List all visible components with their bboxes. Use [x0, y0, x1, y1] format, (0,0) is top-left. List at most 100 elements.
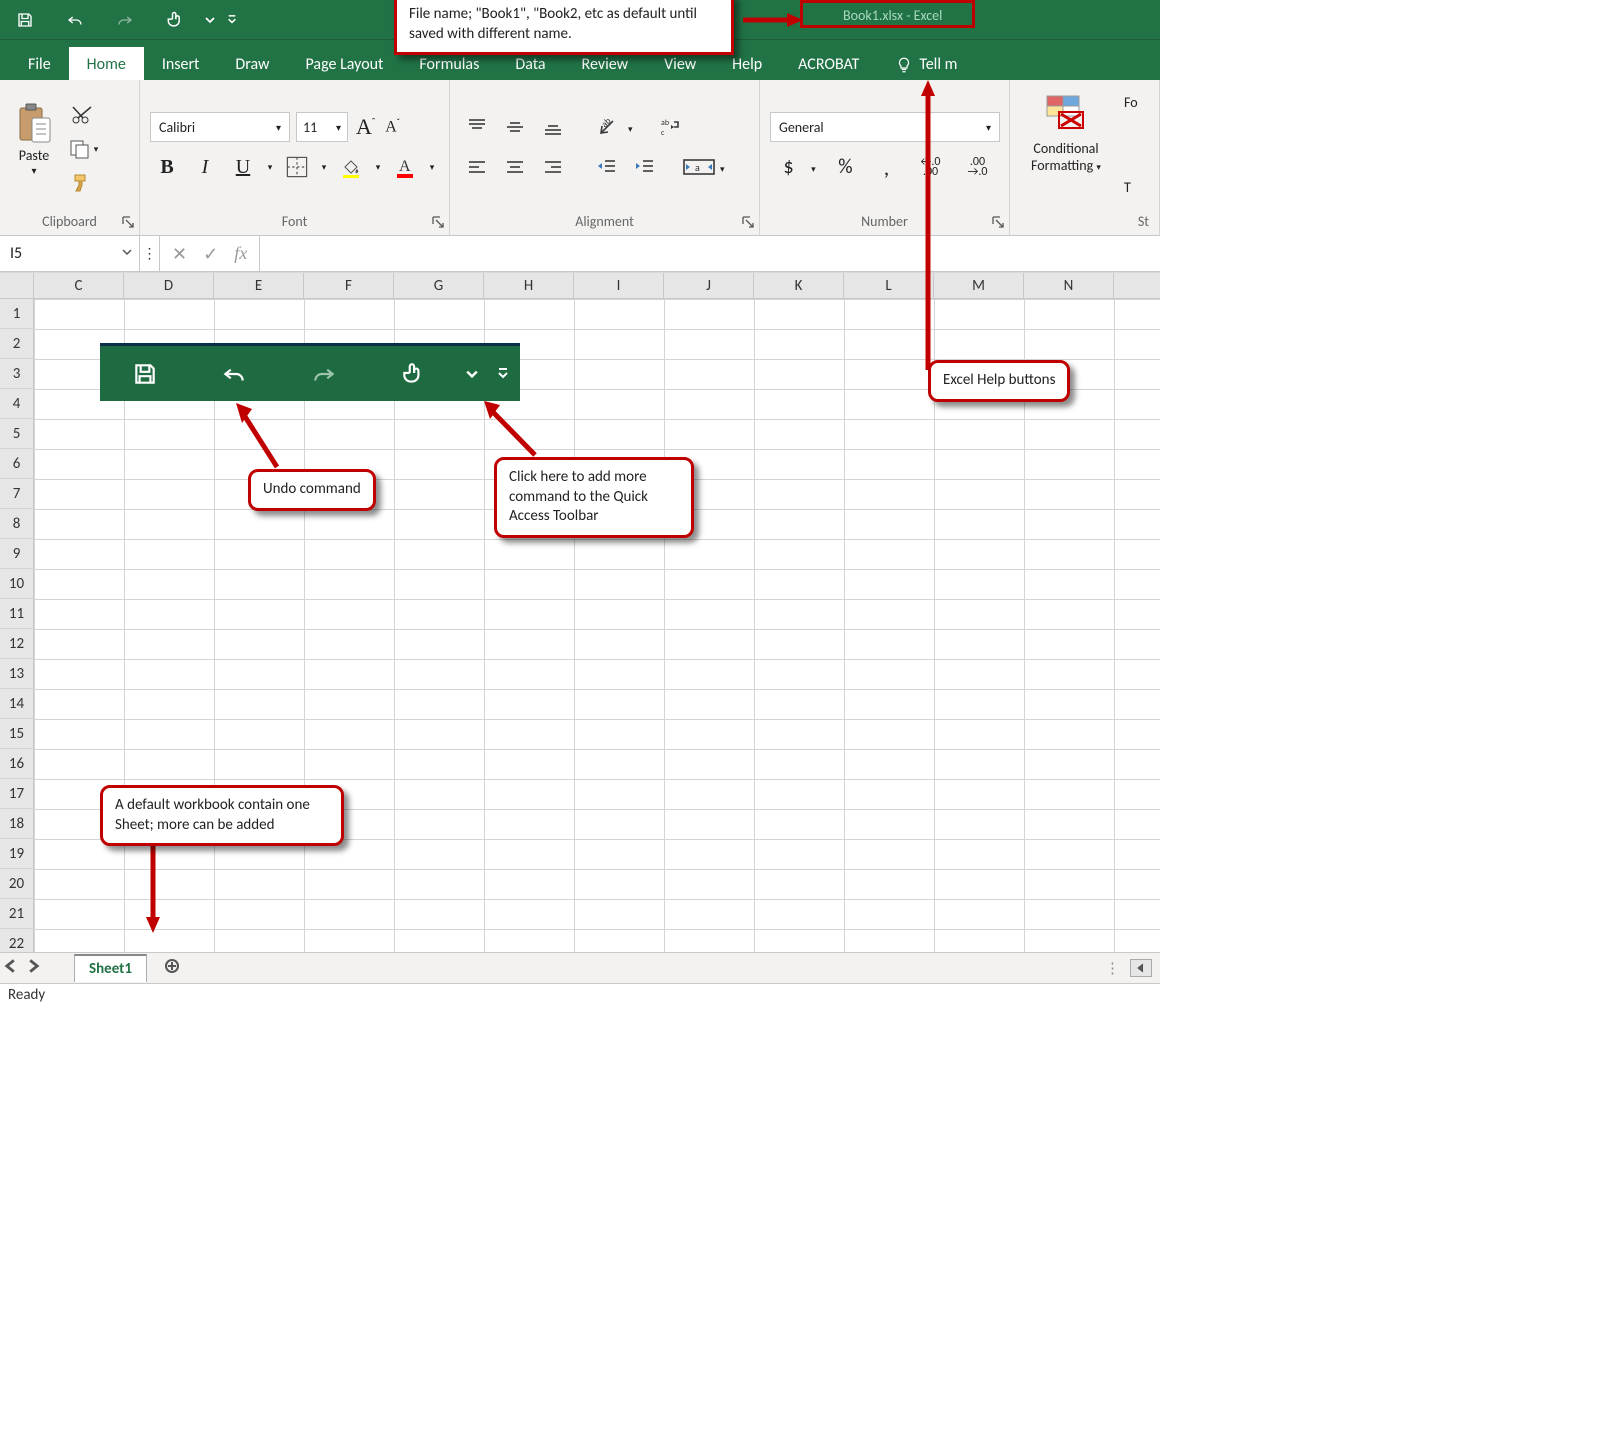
cut-button[interactable]: [66, 101, 100, 129]
font-color-dropdown-icon[interactable]: ▾: [426, 162, 438, 173]
tab-split-handle[interactable]: ⋮: [1105, 959, 1122, 978]
font-size-dropdown[interactable]: 11 ▾: [296, 112, 348, 142]
number-format-dropdown[interactable]: General ▾: [770, 112, 1000, 142]
row-header[interactable]: 9: [0, 539, 34, 569]
col-header[interactable]: D: [124, 273, 214, 298]
row-header[interactable]: 18: [0, 809, 34, 839]
font-dialog-launcher-icon[interactable]: [431, 215, 445, 229]
col-header[interactable]: K: [754, 273, 844, 298]
col-header[interactable]: I: [574, 273, 664, 298]
col-header[interactable]: N: [1024, 273, 1114, 298]
col-header[interactable]: J: [664, 273, 754, 298]
alignment-dialog-launcher-icon[interactable]: [741, 215, 755, 229]
row-header[interactable]: 21: [0, 899, 34, 929]
conditional-formatting-button[interactable]: Conditional Formatting ▾: [1016, 88, 1116, 174]
align-top-button[interactable]: [460, 112, 494, 142]
orientation-dropdown-icon[interactable]: ▾: [628, 119, 633, 136]
wrap-text-button[interactable]: abc: [653, 112, 687, 142]
decrease-indent-button[interactable]: [590, 152, 624, 182]
col-header[interactable]: C: [34, 273, 124, 298]
format-as-table-partial[interactable]: Fo: [1124, 94, 1138, 111]
name-box-dropdown-icon[interactable]: [121, 244, 133, 263]
accounting-format-button[interactable]: $: [770, 152, 807, 182]
paste-button[interactable]: Paste ▾: [6, 97, 62, 177]
align-middle-button[interactable]: [498, 112, 532, 142]
row-header[interactable]: 2: [0, 329, 34, 359]
number-dialog-launcher-icon[interactable]: [991, 215, 1005, 229]
enter-formula-button[interactable]: ✓: [203, 243, 218, 265]
decrease-font-button[interactable]: Aˇ: [383, 117, 402, 136]
merge-center-button[interactable]: a: [682, 152, 716, 182]
undo-icon[interactable]: [50, 0, 100, 39]
borders-button[interactable]: [280, 152, 314, 182]
hscroll-left-icon[interactable]: [1130, 959, 1152, 977]
col-header[interactable]: M: [934, 273, 1024, 298]
row-header[interactable]: 22: [0, 929, 34, 952]
orientation-button[interactable]: ab: [590, 112, 624, 142]
font-color-button[interactable]: A: [388, 152, 422, 182]
font-name-dropdown[interactable]: Calibri ▾: [150, 112, 290, 142]
formula-input[interactable]: [259, 236, 1160, 271]
percent-format-button[interactable]: %: [827, 152, 864, 182]
row-header[interactable]: 19: [0, 839, 34, 869]
align-right-button[interactable]: [536, 152, 570, 182]
col-header[interactable]: F: [304, 273, 394, 298]
fill-dropdown-icon[interactable]: ▾: [372, 162, 384, 173]
row-header[interactable]: 5: [0, 419, 34, 449]
bold-button[interactable]: B: [150, 152, 184, 182]
increase-font-button[interactable]: Aˆ: [354, 114, 377, 140]
accounting-dropdown-icon[interactable]: ▾: [811, 159, 823, 176]
row-header[interactable]: 13: [0, 659, 34, 689]
comma-format-button[interactable]: ,: [868, 152, 905, 182]
increase-indent-button[interactable]: [628, 152, 662, 182]
save-icon[interactable]: [0, 0, 50, 39]
name-box[interactable]: I5: [0, 236, 140, 271]
row-header[interactable]: 17: [0, 779, 34, 809]
col-header[interactable]: H: [484, 273, 574, 298]
tab-draw[interactable]: Draw: [217, 47, 287, 80]
tab-home[interactable]: Home: [69, 47, 144, 80]
row-header[interactable]: 20: [0, 869, 34, 899]
underline-button[interactable]: U: [226, 152, 260, 182]
tab-insert[interactable]: Insert: [144, 47, 218, 80]
underline-dropdown-icon[interactable]: ▾: [264, 162, 276, 173]
align-center-button[interactable]: [498, 152, 532, 182]
customize-qat-icon[interactable]: [220, 0, 244, 39]
row-header[interactable]: 11: [0, 599, 34, 629]
select-all-corner[interactable]: [0, 273, 34, 298]
row-header[interactable]: 8: [0, 509, 34, 539]
touch-mode-dropdown-icon[interactable]: [200, 0, 220, 39]
row-header[interactable]: 6: [0, 449, 34, 479]
tab-acrobat[interactable]: ACROBAT: [780, 47, 877, 80]
touch-mode-icon[interactable]: [150, 0, 200, 39]
formula-bar-handle[interactable]: ⋮: [140, 236, 160, 271]
fill-color-button[interactable]: [334, 152, 368, 182]
row-header[interactable]: 15: [0, 719, 34, 749]
align-bottom-button[interactable]: [536, 112, 570, 142]
tab-file[interactable]: File: [10, 47, 69, 80]
redo-icon[interactable]: [100, 0, 150, 39]
borders-dropdown-icon[interactable]: ▾: [318, 162, 330, 173]
row-header[interactable]: 10: [0, 569, 34, 599]
sheet-nav-prev-icon[interactable]: [0, 959, 22, 978]
row-header[interactable]: 3: [0, 359, 34, 389]
row-header[interactable]: 1: [0, 299, 34, 329]
tab-page-layout[interactable]: Page Layout: [288, 47, 402, 80]
add-sheet-button[interactable]: [157, 959, 187, 978]
row-header[interactable]: 14: [0, 689, 34, 719]
sheet-nav-next-icon[interactable]: [22, 959, 44, 978]
clipboard-dialog-launcher-icon[interactable]: [121, 215, 135, 229]
copy-button[interactable]: ▾: [66, 135, 100, 163]
italic-button[interactable]: I: [188, 152, 222, 182]
align-left-button[interactable]: [460, 152, 494, 182]
row-header[interactable]: 4: [0, 389, 34, 419]
row-header[interactable]: 12: [0, 629, 34, 659]
col-header[interactable]: G: [394, 273, 484, 298]
decrease-decimal-button[interactable]: .00 →.0: [956, 157, 999, 177]
sheet-tab-active[interactable]: Sheet1: [74, 954, 147, 982]
format-painter-button[interactable]: [66, 169, 100, 197]
merge-dropdown-icon[interactable]: ▾: [720, 159, 725, 176]
insert-function-button[interactable]: fx: [234, 243, 247, 264]
row-header[interactable]: 16: [0, 749, 34, 779]
cancel-formula-button[interactable]: ✕: [172, 243, 187, 265]
